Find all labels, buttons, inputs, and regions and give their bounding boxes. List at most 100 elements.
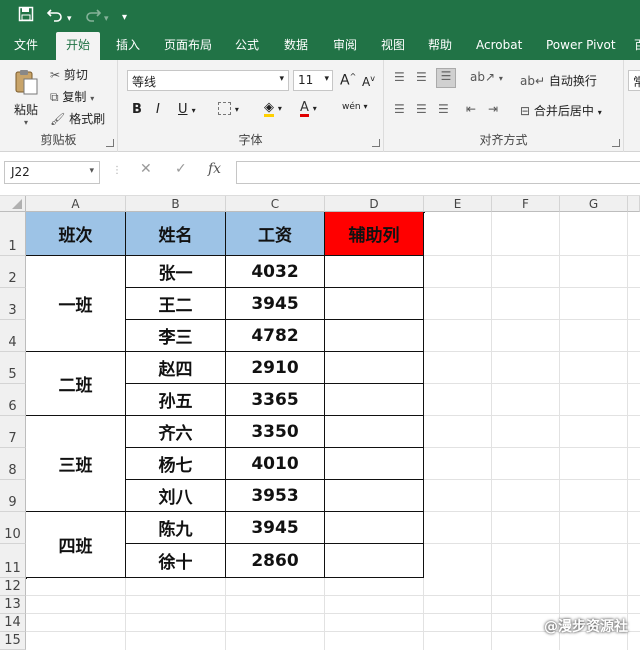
salary-cell[interactable]: 2910: [226, 352, 325, 384]
helper-cell[interactable]: [325, 256, 424, 288]
helper-cell[interactable]: [325, 480, 424, 512]
row-header-8[interactable]: 8: [0, 448, 26, 480]
name-box[interactable]: J22 ▾: [4, 161, 100, 184]
helper-cell[interactable]: [325, 384, 424, 416]
salary-cell[interactable]: 4010: [226, 448, 325, 480]
helper-cell[interactable]: [325, 320, 424, 352]
name-cell[interactable]: 赵四: [126, 352, 226, 384]
tab-acrobat[interactable]: Acrobat: [470, 32, 528, 60]
name-cell[interactable]: 杨七: [126, 448, 226, 480]
name-cell[interactable]: 徐十: [126, 544, 226, 578]
salary-cell[interactable]: 2860: [226, 544, 325, 578]
row-header-3[interactable]: 3: [0, 288, 26, 320]
name-cell[interactable]: 张一: [126, 256, 226, 288]
column-header-h[interactable]: [628, 196, 640, 212]
tab-page-layout[interactable]: 页面布局: [158, 32, 218, 60]
copy-button[interactable]: ⧉ 复制 ▾: [50, 88, 94, 105]
helper-cell[interactable]: [325, 512, 424, 544]
underline-button[interactable]: U ▾: [178, 102, 196, 117]
bold-button[interactable]: B: [132, 102, 142, 117]
tab-overflow[interactable]: 百: [628, 32, 640, 60]
salary-cell[interactable]: 3365: [226, 384, 325, 416]
helper-cell[interactable]: [325, 352, 424, 384]
align-right-button[interactable]: ☰: [438, 102, 449, 116]
row-header-13[interactable]: 13: [0, 596, 26, 614]
alignment-launcher-icon[interactable]: [612, 139, 620, 147]
undo-dropdown-icon[interactable]: ▾: [67, 10, 72, 28]
increase-indent-button[interactable]: ⇥: [488, 102, 498, 116]
tab-data[interactable]: 数据: [278, 32, 314, 60]
formula-input[interactable]: [236, 161, 640, 184]
name-cell[interactable]: 陈九: [126, 512, 226, 544]
tab-review[interactable]: 审阅: [327, 32, 363, 60]
name-cell[interactable]: 孙五: [126, 384, 226, 416]
name-cell[interactable]: 王二: [126, 288, 226, 320]
row-header-9[interactable]: 9: [0, 480, 26, 512]
column-header-b[interactable]: B: [126, 196, 226, 212]
row-header-10[interactable]: 10: [0, 512, 26, 544]
class-cell-2[interactable]: 二班: [26, 352, 126, 416]
fill-color-button[interactable]: ◈ ▾: [264, 100, 282, 117]
tab-formulas[interactable]: 公式: [229, 32, 265, 60]
italic-button[interactable]: I: [156, 102, 160, 117]
customize-icon[interactable]: ▾: [122, 9, 127, 27]
salary-cell[interactable]: 3945: [226, 288, 325, 320]
cancel-icon[interactable]: ✕: [140, 161, 152, 177]
enter-icon[interactable]: ✓: [175, 161, 187, 177]
row-header-14[interactable]: 14: [0, 614, 26, 632]
salary-cell[interactable]: 4032: [226, 256, 325, 288]
helper-cell[interactable]: [325, 288, 424, 320]
column-header-e[interactable]: E: [424, 196, 492, 212]
wrap-text-button[interactable]: ab↵ 自动换行: [520, 72, 597, 89]
decrease-indent-button[interactable]: ⇤: [466, 102, 476, 116]
font-color-button[interactable]: A ▾: [300, 100, 317, 117]
select-all-corner[interactable]: [0, 196, 26, 212]
header-cell-name[interactable]: 姓名: [126, 212, 226, 256]
save-icon[interactable]: [18, 6, 34, 26]
paste-dropdown-icon[interactable]: ▾: [8, 118, 44, 127]
row-header-1[interactable]: 1: [0, 212, 26, 256]
copy-dropdown-icon[interactable]: ▾: [90, 94, 94, 103]
align-bottom-button[interactable]: ☰: [436, 68, 456, 88]
tab-file[interactable]: 文件: [8, 32, 44, 60]
name-cell[interactable]: 齐六: [126, 416, 226, 448]
class-cell-3[interactable]: 三班: [26, 416, 126, 512]
row-header-5[interactable]: 5: [0, 352, 26, 384]
name-cell[interactable]: 李三: [126, 320, 226, 352]
row-header-7[interactable]: 7: [0, 416, 26, 448]
row-header-11[interactable]: 11: [0, 544, 26, 578]
salary-cell[interactable]: 3350: [226, 416, 325, 448]
font-size-select[interactable]: 11 ▾: [293, 70, 333, 91]
column-header-a[interactable]: A: [26, 196, 126, 212]
phonetic-button[interactable]: wén ▾: [342, 102, 368, 112]
tab-help[interactable]: 帮助: [422, 32, 458, 60]
class-cell-1[interactable]: 一班: [26, 256, 126, 352]
align-left-button[interactable]: ☰: [394, 102, 405, 116]
align-middle-button[interactable]: ☰: [416, 70, 427, 84]
class-cell-4[interactable]: 四班: [26, 512, 126, 578]
tab-insert[interactable]: 插入: [110, 32, 146, 60]
helper-cell[interactable]: [325, 416, 424, 448]
helper-cell[interactable]: [325, 448, 424, 480]
font-launcher-icon[interactable]: [372, 139, 380, 147]
column-header-f[interactable]: F: [492, 196, 560, 212]
tab-view[interactable]: 视图: [375, 32, 411, 60]
header-cell-helper[interactable]: 辅助列: [325, 212, 424, 256]
align-center-button[interactable]: ☰: [416, 102, 427, 116]
align-top-button[interactable]: ☰: [394, 70, 405, 84]
salary-cell[interactable]: 3953: [226, 480, 325, 512]
salary-cell[interactable]: 3945: [226, 512, 325, 544]
name-cell[interactable]: 刘八: [126, 480, 226, 512]
paste-button[interactable]: 粘贴 ▾: [8, 68, 44, 127]
shrink-font-button[interactable]: Av: [362, 74, 375, 89]
insert-function-icon[interactable]: fx: [208, 161, 221, 177]
cut-button[interactable]: ✂ 剪切: [50, 66, 88, 83]
header-cell-class[interactable]: 班次: [26, 212, 126, 256]
undo-icon[interactable]: [46, 6, 64, 26]
row-header-15[interactable]: 15: [0, 632, 26, 650]
helper-cell[interactable]: [325, 544, 424, 578]
row-header-6[interactable]: 6: [0, 384, 26, 416]
clipboard-launcher-icon[interactable]: [106, 139, 114, 147]
format-painter-button[interactable]: 🖌 格式刷: [50, 110, 105, 127]
worksheet-grid[interactable]: A B C D E F G 1 2 3 4 5 6 7 8 9 10 11 12…: [0, 196, 640, 650]
